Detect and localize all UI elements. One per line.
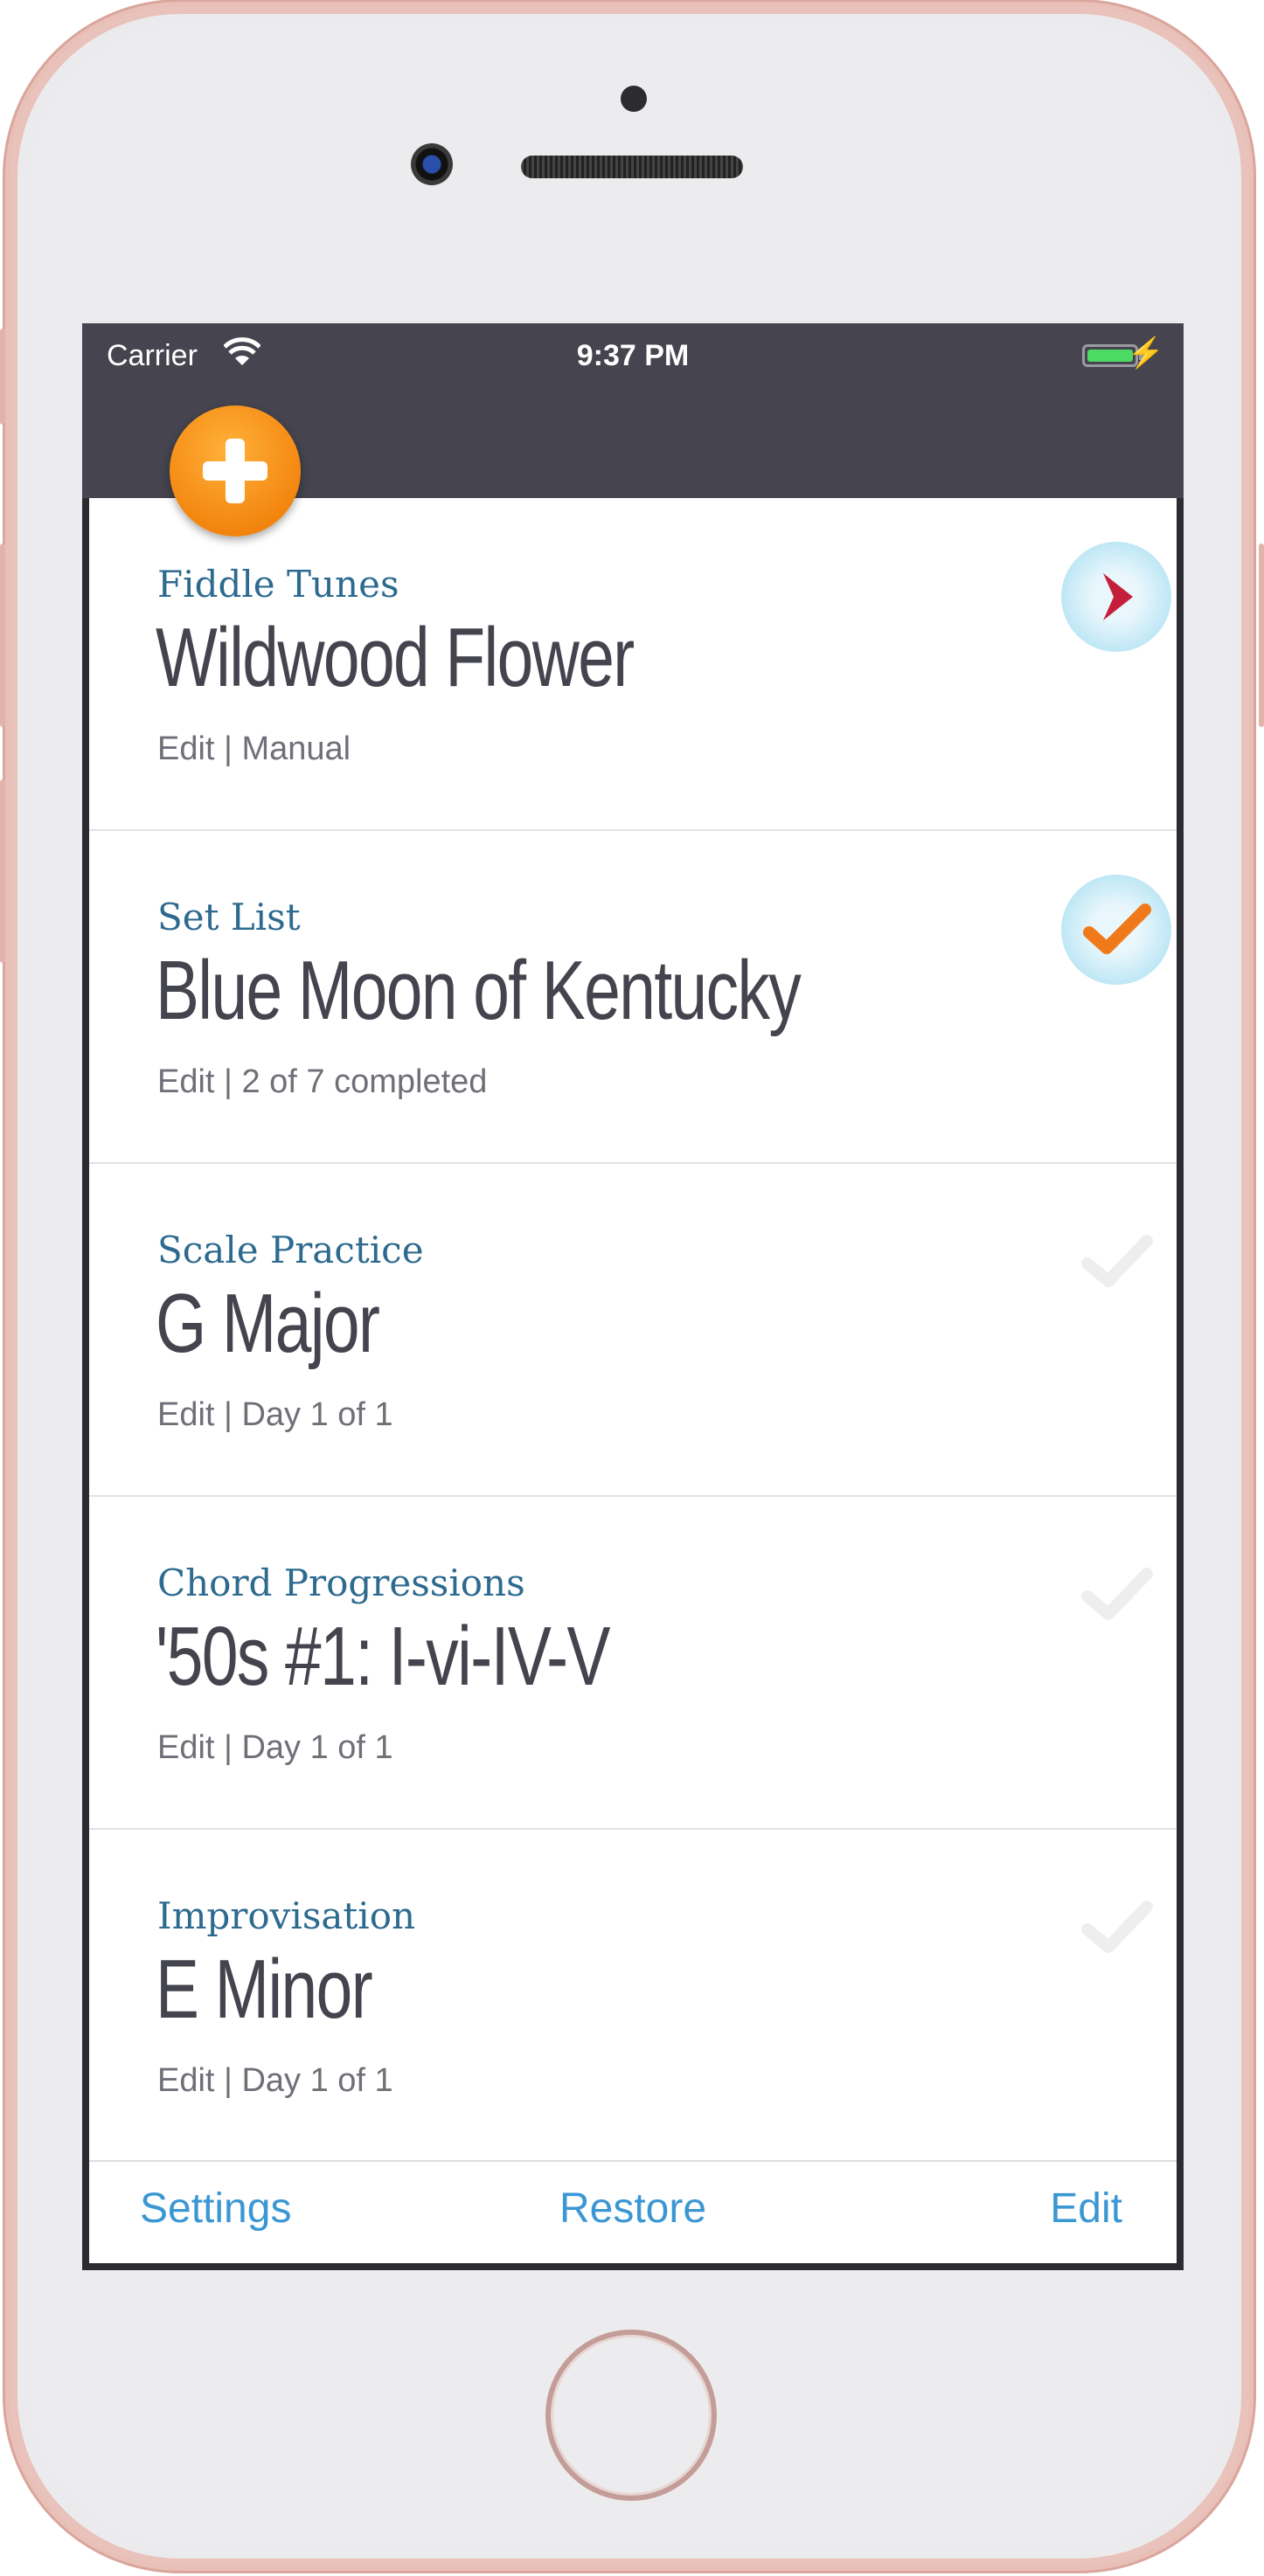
restore-button[interactable]: Restore <box>89 2185 1177 2233</box>
status-bar: Carrier 9:37 PM ⚡ <box>82 323 1184 388</box>
list-item[interactable]: Fiddle Tunes Wildwood Flower Edit | Manu… <box>89 498 1177 831</box>
power-button <box>1259 544 1264 727</box>
item-category: Improvisation <box>157 1894 416 1937</box>
bottom-toolbar: Settings Restore Edit <box>89 2160 1177 2263</box>
add-routine-button[interactable] <box>170 405 301 537</box>
earpiece-speaker <box>521 156 743 178</box>
volume-up-button <box>0 544 5 727</box>
item-meta[interactable]: Edit | Day 1 of 1 <box>157 2062 393 2100</box>
play-icon <box>1103 573 1133 620</box>
item-title: Wildwood Flower <box>156 611 635 704</box>
list-item[interactable]: Improvisation E Minor Edit | Day 1 of 1 <box>89 1830 1177 2163</box>
screen: Carrier 9:37 PM ⚡ Fiddle Tunes Wildwood … <box>82 323 1184 2270</box>
checkmark-icon[interactable] <box>1061 1215 1171 1311</box>
edit-button[interactable]: Edit <box>1050 2185 1122 2233</box>
item-category: Chord Progressions <box>157 1562 525 1604</box>
checkmark-icon <box>1083 904 1151 954</box>
proximity-sensor <box>621 86 647 112</box>
status-time: 9:37 PM <box>576 339 690 372</box>
home-button[interactable] <box>545 2330 717 2501</box>
play-button[interactable] <box>1061 542 1171 652</box>
volume-down-button <box>0 779 5 963</box>
item-title: E Minor <box>156 1942 373 2036</box>
list-item[interactable]: Set List Blue Moon of Kentucky Edit | 2 … <box>89 831 1177 1164</box>
mute-switch <box>0 329 5 425</box>
item-category: Fiddle Tunes <box>157 563 399 606</box>
item-meta[interactable]: Edit | 2 of 7 completed <box>157 1063 487 1101</box>
list-item[interactable]: Scale Practice G Major Edit | Day 1 of 1 <box>89 1164 1177 1497</box>
item-title: '50s #1: I-vi-IV-V <box>156 1610 610 1703</box>
item-title: Blue Moon of Kentucky <box>156 944 802 1037</box>
item-meta[interactable]: Edit | Day 1 of 1 <box>157 1729 393 1767</box>
checkmark-icon[interactable] <box>1061 1880 1171 1977</box>
item-category: Scale Practice <box>157 1229 424 1271</box>
list-item[interactable]: Chord Progressions '50s #1: I-vi-IV-V Ed… <box>89 1497 1177 1830</box>
complete-button[interactable] <box>1061 875 1171 985</box>
practice-list: Fiddle Tunes Wildwood Flower Edit | Manu… <box>89 498 1177 2160</box>
charging-icon: ⚡ <box>1127 336 1164 370</box>
item-meta[interactable]: Edit | Manual <box>157 731 351 768</box>
front-camera-icon <box>411 143 453 185</box>
checkmark-icon[interactable] <box>1061 1548 1171 1644</box>
item-category: Set List <box>157 896 301 938</box>
item-title: G Major <box>156 1277 380 1370</box>
item-meta[interactable]: Edit | Day 1 of 1 <box>157 1396 393 1434</box>
